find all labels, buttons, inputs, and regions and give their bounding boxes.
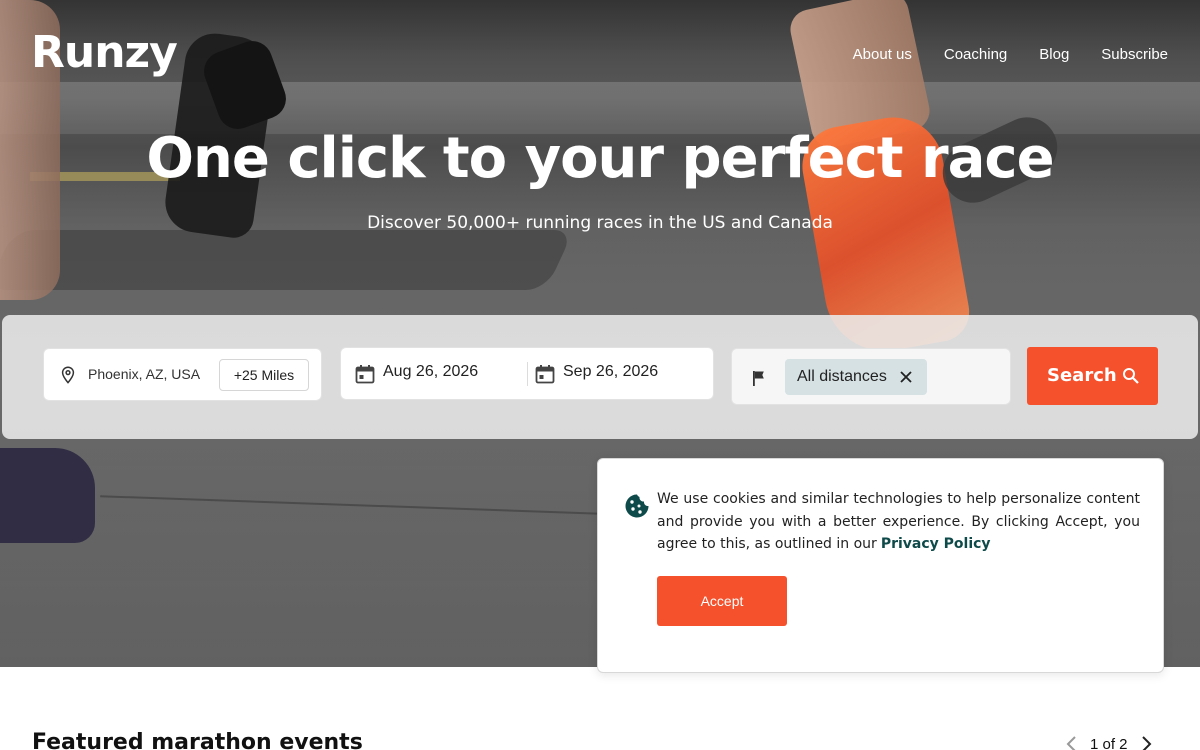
logo[interactable]: Runzy xyxy=(31,27,178,78)
nav-coaching[interactable]: Coaching xyxy=(944,46,1007,63)
date-to-value[interactable]: Sep 26, 2026 xyxy=(563,363,658,381)
featured-title: Featured marathon events xyxy=(32,730,363,750)
nav-about-us[interactable]: About us xyxy=(853,46,912,63)
calendar-icon[interactable] xyxy=(535,364,555,384)
location-pin-icon xyxy=(61,366,75,384)
search-button[interactable]: Search xyxy=(1027,347,1158,405)
hero-subtitle: Discover 50,000+ running races in the US… xyxy=(367,213,833,233)
date-range-field: Aug 26, 2026 Sep 26, 2026 xyxy=(340,347,714,400)
nav-subscribe[interactable]: Subscribe xyxy=(1101,46,1168,63)
accept-button[interactable]: Accept xyxy=(657,576,787,626)
hero-title: One click to your perfect race xyxy=(146,126,1054,191)
distance-chip[interactable]: All distances xyxy=(785,359,927,395)
chevron-right-icon[interactable] xyxy=(1136,734,1156,750)
radius-button[interactable]: +25 Miles xyxy=(219,359,309,391)
cookie-message: We use cookies and similar technologies … xyxy=(657,488,1140,556)
date-from-value[interactable]: Aug 26, 2026 xyxy=(383,363,478,381)
chevron-left-icon[interactable] xyxy=(1062,734,1082,750)
pager: 1 of 2 xyxy=(1062,734,1156,750)
cookie-banner: We use cookies and similar technologies … xyxy=(597,458,1164,673)
search-button-label: Search xyxy=(1047,365,1117,386)
page-indicator: 1 of 2 xyxy=(1090,735,1128,750)
close-icon[interactable] xyxy=(899,370,913,384)
distance-chip-label: All distances xyxy=(797,368,887,385)
background-runner-shoe xyxy=(0,448,95,543)
nav-blog[interactable]: Blog xyxy=(1039,46,1069,63)
background-road-crack xyxy=(100,495,660,517)
cookie-icon xyxy=(625,494,649,518)
search-icon xyxy=(1123,368,1139,384)
privacy-policy-link[interactable]: Privacy Policy xyxy=(881,536,991,552)
date-divider xyxy=(527,362,528,386)
search-panel: Phoenix, AZ, USA +25 Miles Aug 26, 2026 … xyxy=(2,315,1198,439)
calendar-icon[interactable] xyxy=(355,364,375,384)
main-nav: About us Coaching Blog Subscribe xyxy=(853,46,1168,63)
location-field[interactable]: Phoenix, AZ, USA +25 Miles xyxy=(43,348,322,401)
distance-field[interactable]: All distances xyxy=(731,348,1011,405)
flag-icon xyxy=(753,371,764,386)
background-shadow xyxy=(0,230,574,290)
location-value: Phoenix, AZ, USA xyxy=(88,366,201,382)
